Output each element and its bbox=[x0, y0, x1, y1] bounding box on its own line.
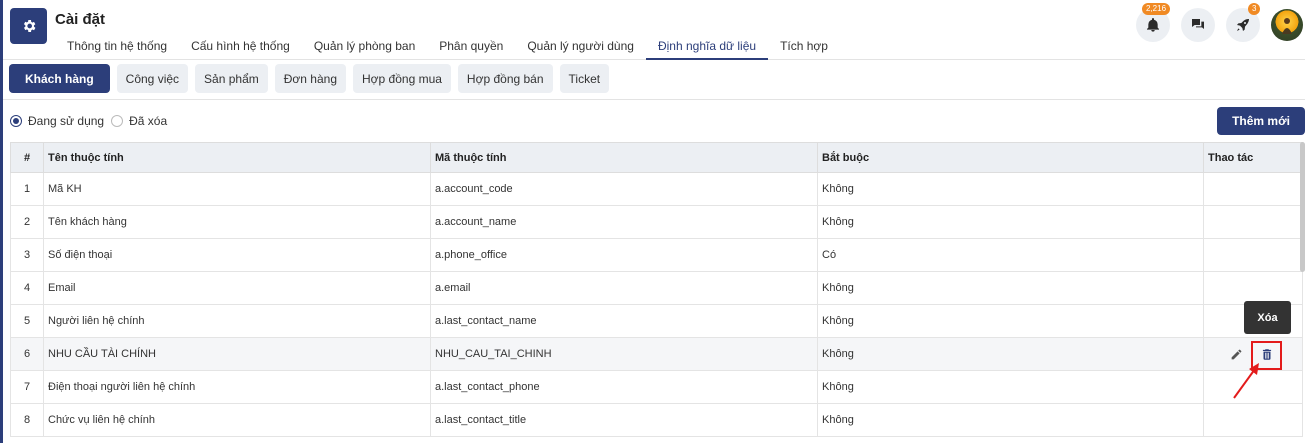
row-required: Không bbox=[817, 304, 1204, 338]
row-actions bbox=[1203, 238, 1303, 272]
table-row: 8 Chức vụ liên hệ chính a.last_contact_t… bbox=[10, 403, 1303, 437]
row-attribute-code: a.account_name bbox=[430, 205, 818, 239]
attribute-table: # Tên thuộc tính Mã thuộc tính Bắt buộc … bbox=[10, 142, 1303, 437]
row-required: Không bbox=[817, 403, 1204, 437]
row-attribute-code: a.last_contact_title bbox=[430, 403, 818, 437]
delete-tooltip: Xóa bbox=[1244, 301, 1291, 334]
row-index: 6 bbox=[10, 337, 44, 371]
table-row: 7 Điện thoại người liên hệ chính a.last_… bbox=[10, 370, 1303, 404]
row-required: Không bbox=[817, 370, 1204, 404]
annotation-arrow-icon bbox=[1233, 363, 1259, 399]
tab-department-management[interactable]: Quản lý phòng ban bbox=[302, 36, 427, 60]
row-attribute-name: Email bbox=[43, 271, 431, 305]
rocket-icon bbox=[1237, 18, 1249, 31]
table-header-row: # Tên thuộc tính Mã thuộc tính Bắt buộc … bbox=[10, 142, 1303, 173]
add-new-button[interactable]: Thêm mới bbox=[1217, 107, 1305, 135]
notification-button[interactable]: 2,216 bbox=[1136, 3, 1171, 42]
row-attribute-name: NHU CẦU TÀI CHÍNH bbox=[43, 337, 431, 371]
row-attribute-code: NHU_CAU_TAI_CHINH bbox=[430, 337, 818, 371]
table-row: 3 Số điện thoại a.phone_office Có bbox=[10, 238, 1303, 272]
row-index: 8 bbox=[10, 403, 44, 437]
avatar-figure-icon bbox=[1282, 18, 1292, 34]
settings-nav-tabs: Thông tin hệ thống Cấu hình hệ thống Quả… bbox=[55, 36, 840, 60]
radio-in-use[interactable] bbox=[10, 115, 22, 127]
filter-deleted-label: Đã xóa bbox=[129, 114, 168, 128]
row-attribute-name: Chức vụ liên hệ chính bbox=[43, 403, 431, 437]
entity-tab-product[interactable]: Sản phẩm bbox=[195, 64, 268, 93]
entity-tab-sales-contract[interactable]: Hợp đồng bán bbox=[457, 64, 553, 93]
attribute-table-container: # Tên thuộc tính Mã thuộc tính Bắt buộc … bbox=[10, 142, 1303, 437]
section-divider bbox=[3, 99, 1305, 100]
row-attribute-name: Mã KH bbox=[43, 172, 431, 206]
row-required: Có bbox=[817, 238, 1204, 272]
row-attribute-code: a.email bbox=[430, 271, 818, 305]
row-actions bbox=[1203, 205, 1303, 239]
tab-integration[interactable]: Tích hợp bbox=[768, 36, 840, 60]
table-row: 4 Email a.email Không bbox=[10, 271, 1303, 305]
row-index: 2 bbox=[10, 205, 44, 239]
col-header-code: Mã thuộc tính bbox=[430, 142, 818, 173]
row-index: 1 bbox=[10, 172, 44, 206]
row-required: Không bbox=[817, 172, 1204, 206]
settings-gear-icon[interactable] bbox=[10, 8, 47, 44]
page-title: Cài đặt bbox=[55, 11, 106, 28]
entity-tab-ticket[interactable]: Ticket bbox=[559, 64, 610, 93]
table-scrollbar[interactable] bbox=[1300, 142, 1305, 272]
rocket-button[interactable]: 3 bbox=[1226, 3, 1261, 42]
table-row: 5 Người liên hệ chính a.last_contact_nam… bbox=[10, 304, 1303, 338]
row-index: 7 bbox=[10, 370, 44, 404]
row-attribute-name: Người liên hệ chính bbox=[43, 304, 431, 338]
table-row: 1 Mã KH a.account_code Không bbox=[10, 172, 1303, 206]
row-attribute-name: Tên khách hàng bbox=[43, 205, 431, 239]
entity-tab-order[interactable]: Đơn hàng bbox=[274, 64, 346, 93]
chat-button[interactable] bbox=[1181, 8, 1215, 42]
entity-tab-task[interactable]: Công việc bbox=[116, 64, 189, 93]
row-attribute-code: a.last_contact_phone bbox=[430, 370, 818, 404]
status-filter: Đang sử dụng Đã xóa bbox=[10, 114, 174, 128]
tab-system-config[interactable]: Cấu hình hệ thống bbox=[179, 36, 302, 60]
row-actions bbox=[1203, 172, 1303, 206]
entity-tabs: Khách hàng Công việc Sản phẩm Đơn hàng H… bbox=[9, 64, 616, 93]
rocket-badge: 3 bbox=[1248, 3, 1261, 15]
settings-header: Cài đặt Thông tin hệ thống Cấu hình hệ t… bbox=[3, 0, 1305, 60]
header-actions: 2,216 3 bbox=[1125, 3, 1305, 42]
row-index: 5 bbox=[10, 304, 44, 338]
row-attribute-name: Số điện thoại bbox=[43, 238, 431, 272]
entity-tab-purchase-contract[interactable]: Hợp đồng mua bbox=[353, 64, 451, 93]
entity-tab-customer[interactable]: Khách hàng bbox=[9, 64, 110, 93]
filter-in-use-label: Đang sử dụng bbox=[28, 114, 105, 128]
row-attribute-code: a.phone_office bbox=[430, 238, 818, 272]
row-attribute-name: Điện thoại người liên hệ chính bbox=[43, 370, 431, 404]
bell-icon bbox=[1147, 18, 1159, 32]
row-attribute-code: a.last_contact_name bbox=[430, 304, 818, 338]
notification-badge: 2,216 bbox=[1142, 3, 1171, 15]
row-attribute-code: a.account_code bbox=[430, 172, 818, 206]
row-actions bbox=[1203, 271, 1303, 305]
col-header-index: # bbox=[10, 142, 44, 173]
row-index: 4 bbox=[10, 271, 44, 305]
row-actions bbox=[1203, 403, 1303, 437]
row-required: Không bbox=[817, 271, 1204, 305]
tab-permissions[interactable]: Phân quyền bbox=[427, 36, 515, 60]
row-required: Không bbox=[817, 205, 1204, 239]
tab-system-info[interactable]: Thông tin hệ thống bbox=[55, 36, 179, 60]
chat-icon bbox=[1192, 19, 1204, 29]
tab-user-management[interactable]: Quản lý người dùng bbox=[515, 36, 646, 60]
radio-deleted[interactable] bbox=[111, 115, 124, 127]
tab-data-definition[interactable]: Định nghĩa dữ liệu bbox=[645, 36, 769, 60]
filter-in-use[interactable]: Đang sử dụng bbox=[10, 114, 104, 128]
row-index: 3 bbox=[10, 238, 44, 272]
filter-deleted[interactable]: Đã xóa bbox=[111, 114, 167, 128]
user-avatar[interactable] bbox=[1271, 9, 1303, 41]
left-accent-bar bbox=[0, 0, 3, 443]
table-row-hovered: 6 NHU CẦU TÀI CHÍNH NHU_CAU_TAI_CHINH Kh… bbox=[10, 337, 1303, 371]
row-required: Không bbox=[817, 337, 1204, 371]
table-row: 2 Tên khách hàng a.account_name Không bbox=[10, 205, 1303, 239]
col-header-actions: Thao tác bbox=[1203, 142, 1303, 173]
col-header-required: Bắt buộc bbox=[817, 142, 1204, 173]
col-header-name: Tên thuộc tính bbox=[43, 142, 431, 173]
